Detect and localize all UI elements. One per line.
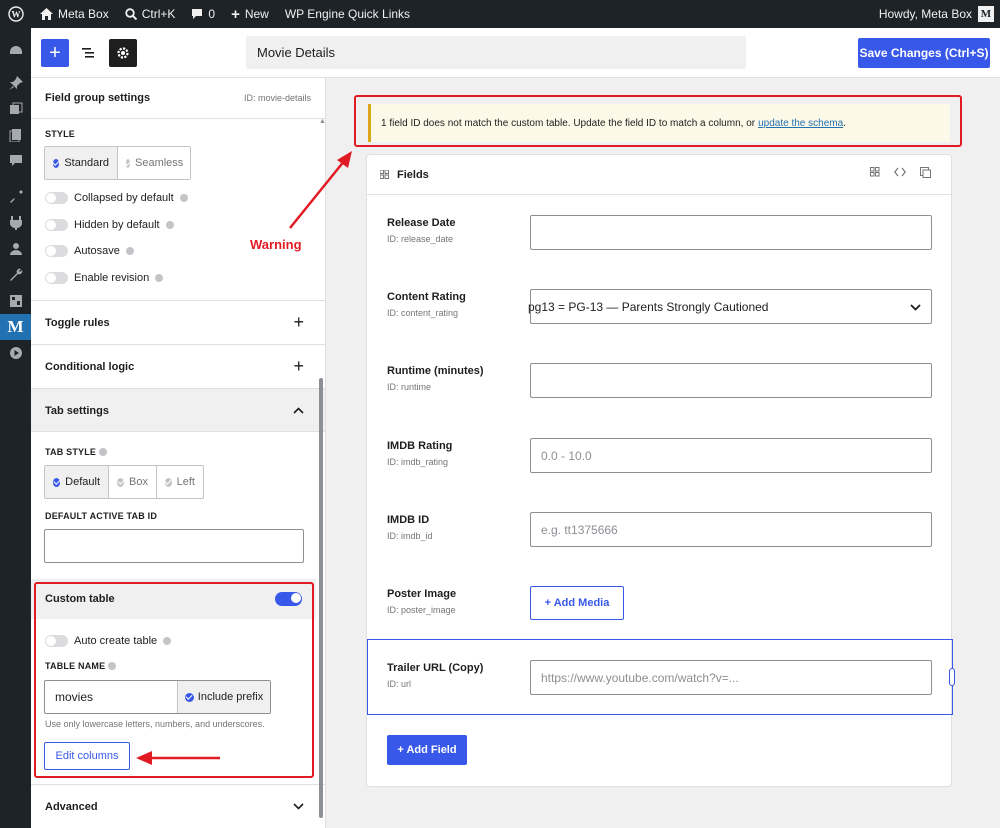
warning-arrow-line (289, 159, 346, 229)
annotation-arrows (136, 151, 352, 765)
edit-columns-arrow-head (136, 751, 152, 765)
